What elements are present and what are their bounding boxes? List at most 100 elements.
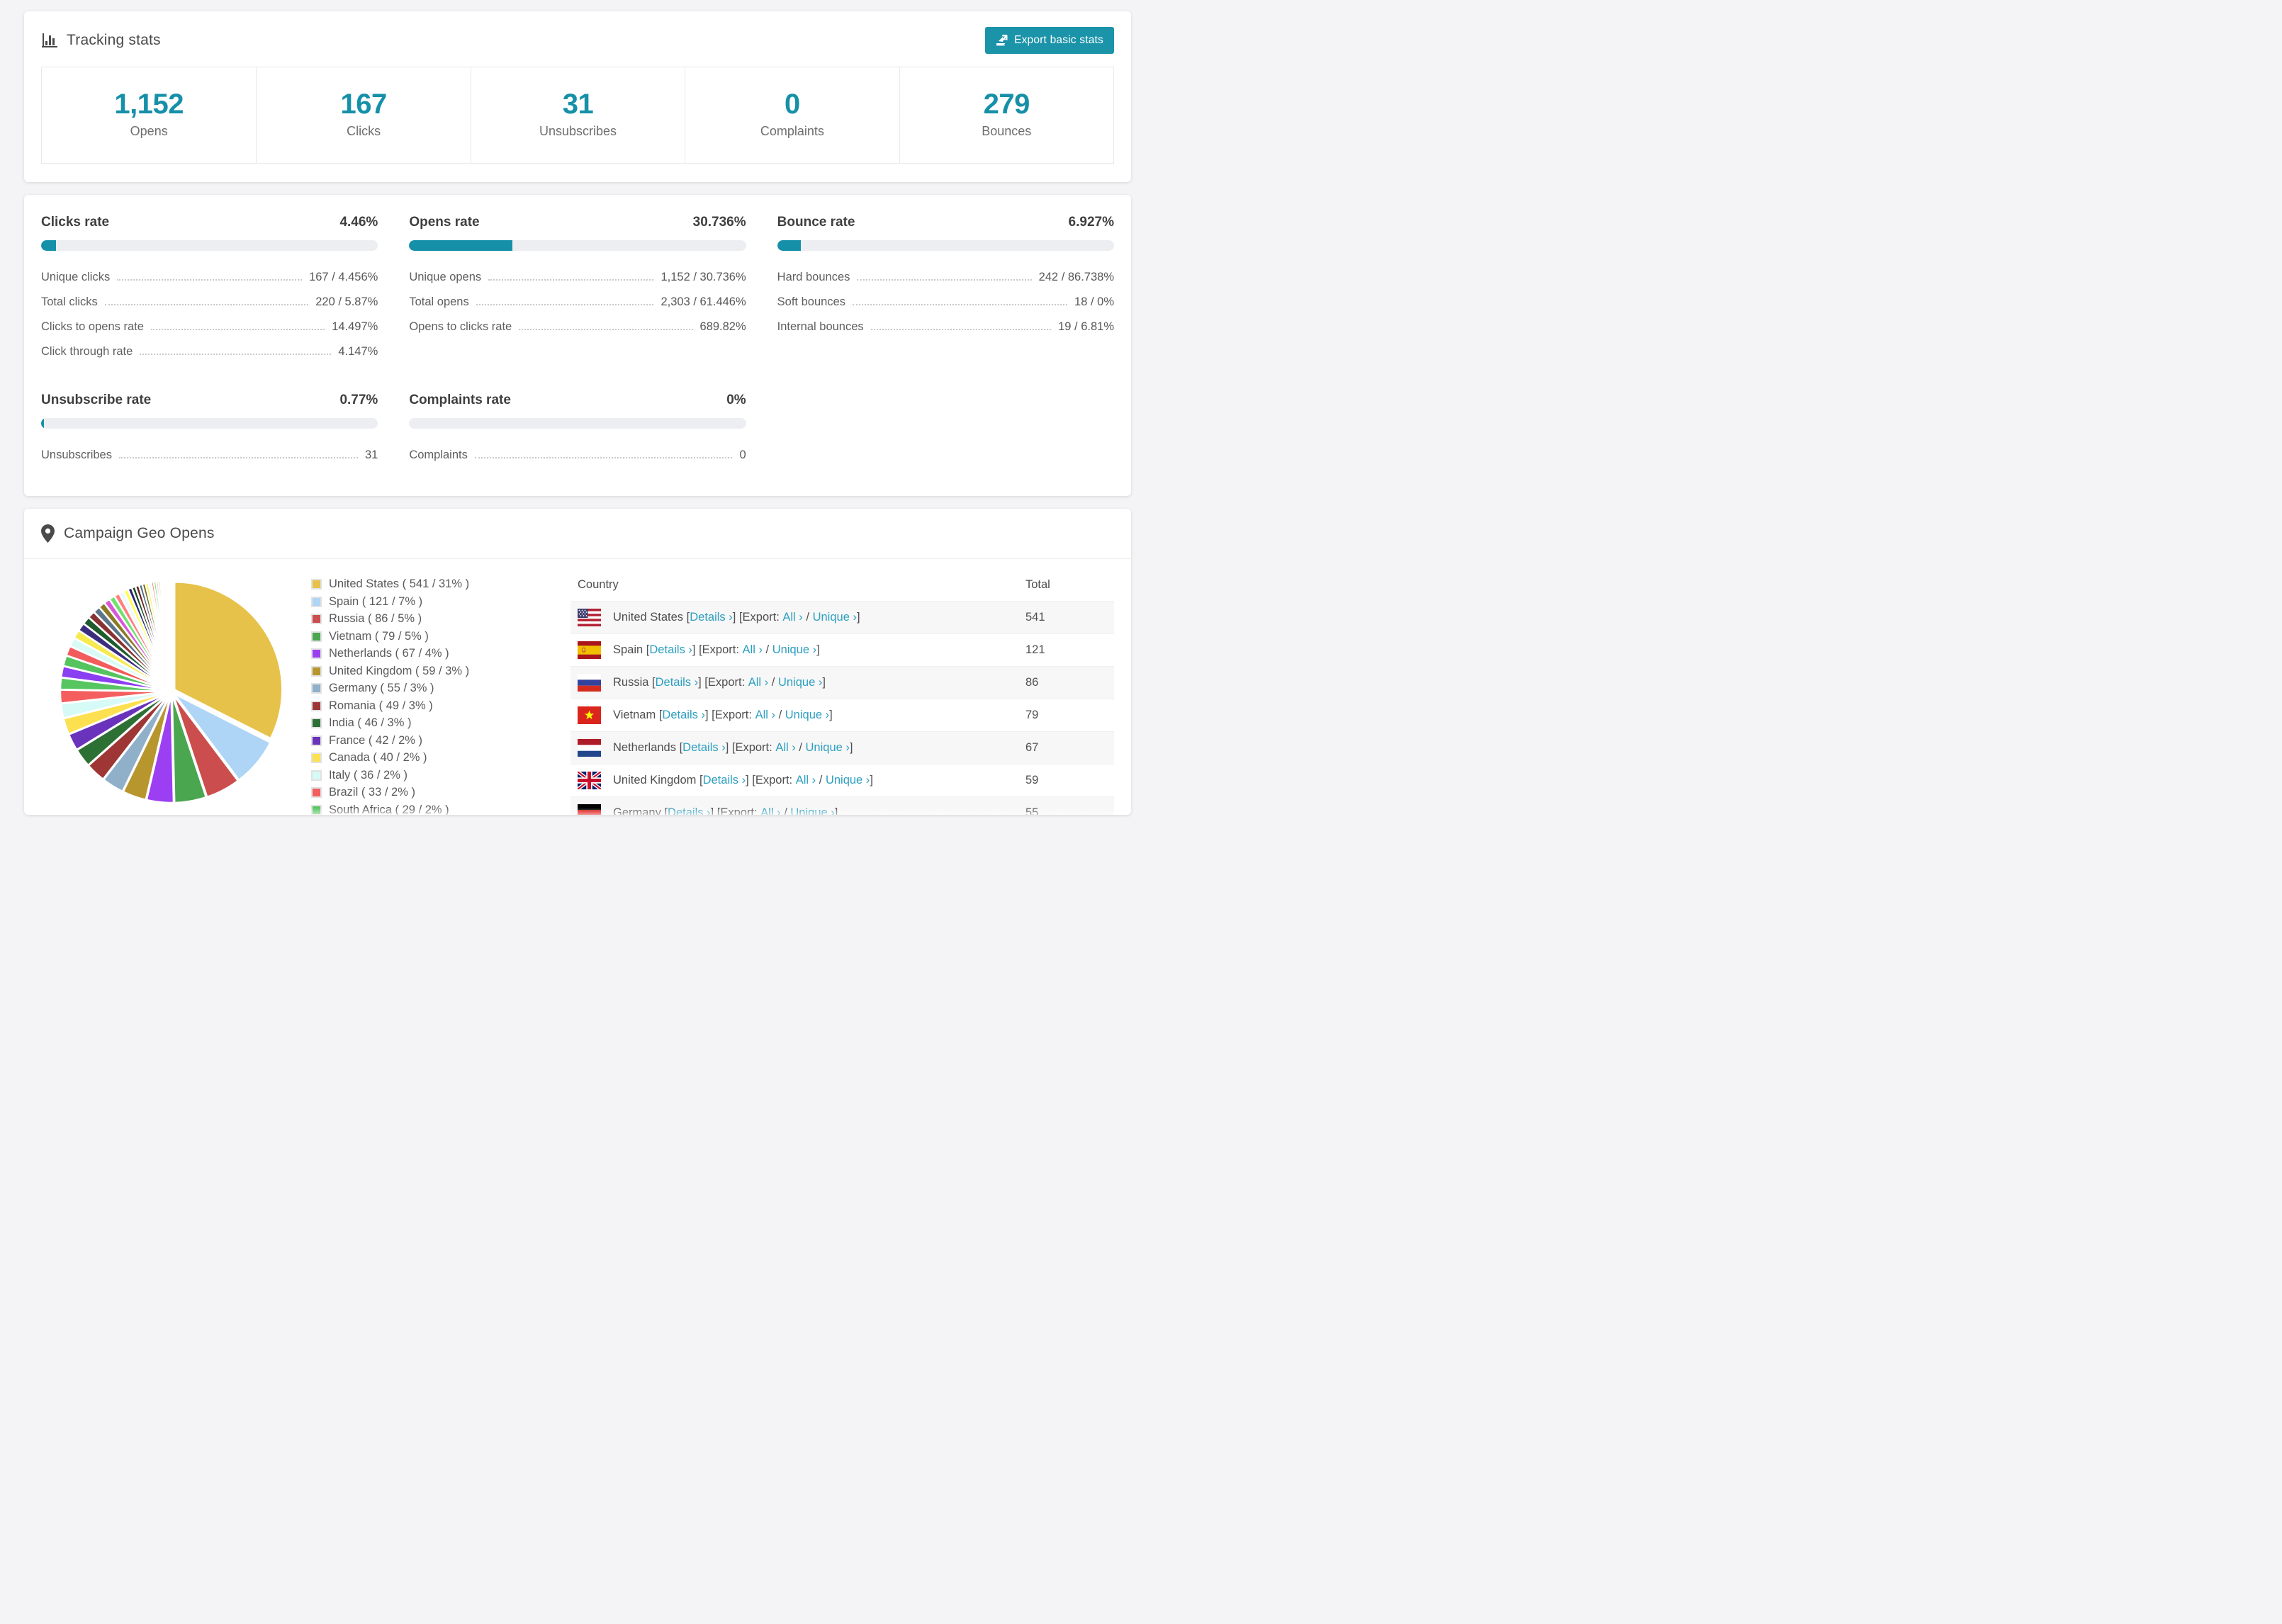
flag-us (578, 609, 601, 626)
export-unique-link[interactable]: Unique › (790, 806, 834, 815)
details-link[interactable]: Details › (668, 806, 711, 815)
export-all-link[interactable]: All › (760, 806, 780, 815)
total-value: 59 (1025, 774, 1039, 786)
legend-swatch (311, 596, 322, 607)
rate-block: Clicks rate 4.46% Unique clicks 167 / 4.… (41, 215, 378, 364)
details-link[interactable]: Details › (682, 741, 726, 755)
export-all-link[interactable]: All › (775, 741, 795, 755)
legend-item: Spain ( 121 / 7% ) (311, 595, 545, 609)
rate-progress-bar (41, 418, 378, 429)
stat-cell: 279 Bounces (899, 67, 1113, 163)
stat-cell: 0 Complaints (685, 67, 899, 163)
export-all-link[interactable]: All › (743, 643, 763, 657)
legend-item: Brazil ( 33 / 2% ) (311, 786, 545, 799)
bracket: ] (856, 611, 860, 624)
country-name: Spain (613, 643, 643, 656)
stat-value: 167 (340, 89, 387, 120)
rates-card: Clicks rate 4.46% Unique clicks 167 / 4.… (24, 195, 1131, 496)
total-value: 79 (1025, 709, 1039, 721)
export-all-link[interactable]: All › (782, 611, 802, 624)
rate-title: Opens rate (409, 215, 480, 230)
stat-cell: 1,152 Opens (42, 67, 256, 163)
export-basic-stats-button[interactable]: Export basic stats (985, 27, 1114, 54)
stats-strip: 1,152 Opens 167 Clicks 31 Unsubscribes 0… (41, 67, 1114, 164)
rate-detail-value: 242 / 86.738% (1038, 271, 1114, 283)
country-name: Vietnam (613, 709, 656, 721)
rate-detail-value: 31 (364, 449, 378, 461)
rate-progress-bar (41, 240, 378, 251)
export-all-link[interactable]: All › (755, 709, 775, 722)
column-header-country: Country (578, 578, 619, 591)
legend-label: Russia ( 86 / 5% ) (329, 612, 422, 625)
stat-label: Complaints (760, 124, 824, 138)
export-prefix: ] [Export: (732, 611, 780, 624)
flag-de (578, 804, 601, 815)
table-row: Russia [ Details › ] [Export: All › / Un… (570, 666, 1114, 699)
rate-detail-label: Click through rate (41, 345, 133, 358)
legend-swatch (311, 683, 322, 694)
details-link[interactable]: Details › (690, 611, 733, 624)
rate-rows: Hard bounces 242 / 86.738% Soft bounces … (777, 265, 1114, 339)
rate-detail-value: 1,152 / 30.736% (661, 271, 746, 283)
legend-label: Spain ( 121 / 7% ) (329, 594, 423, 608)
legend-swatch (311, 735, 322, 746)
legend-item: Canada ( 40 / 2% ) (311, 751, 545, 765)
rate-rows: Unique clicks 167 / 4.456% Total clicks … (41, 265, 378, 364)
stat-value: 31 (562, 89, 594, 120)
rate-title: Clicks rate (41, 215, 110, 230)
rate-detail-label: Complaints (409, 449, 468, 461)
flag-ru (578, 674, 601, 692)
legend-label: Germany ( 55 / 3% ) (329, 682, 434, 694)
country-name: Germany (613, 806, 661, 815)
rate-detail-value: 167 / 4.456% (309, 271, 378, 283)
rate-detail-label: Total clicks (41, 295, 98, 308)
legend-item: Romania ( 49 / 3% ) (311, 699, 545, 713)
export-all-link[interactable]: All › (748, 676, 768, 689)
export-prefix: ] [Export: (704, 709, 752, 721)
legend-swatch (311, 700, 322, 711)
total-value: 121 (1025, 643, 1045, 656)
rate-detail-label: Internal bounces (777, 320, 864, 333)
export-all-link[interactable]: All › (796, 774, 816, 787)
legend-label: Vietnam ( 79 / 5% ) (329, 629, 429, 643)
rate-detail-row: Complaints 0 (409, 443, 746, 468)
dotted-leader (488, 279, 654, 281)
dotted-leader (117, 279, 303, 281)
page: Tracking stats Export basic stats 1,152 … (0, 0, 1141, 815)
rate-detail-row: Click through rate 4.147% (41, 339, 378, 364)
rate-value: 6.927% (1068, 215, 1114, 230)
pie-chart-wrap (31, 569, 311, 815)
details-link[interactable]: Details › (649, 643, 692, 657)
geo-pie-chart[interactable] (55, 575, 288, 808)
stat-value: 1,152 (114, 89, 184, 120)
total-value: 86 (1025, 676, 1039, 689)
rate-progress-bar (409, 418, 746, 429)
details-link[interactable]: Details › (662, 709, 705, 722)
campaign-geo-opens-card: Campaign Geo Opens United States ( 541 /… (24, 509, 1131, 815)
legend-item: India ( 46 / 3% ) (311, 716, 545, 730)
export-unique-link[interactable]: Unique › (806, 741, 850, 755)
rate-detail-value: 18 / 0% (1074, 295, 1114, 308)
export-unique-link[interactable]: Unique › (826, 774, 870, 787)
legend-label: Canada ( 40 / 2% ) (329, 751, 427, 764)
legend-item: Vietnam ( 79 / 5% ) (311, 630, 545, 643)
rate-progress-fill (777, 240, 801, 251)
bracket: ] (870, 774, 873, 786)
legend-item: Italy ( 36 / 2% ) (311, 769, 545, 782)
flag-gb (578, 772, 601, 789)
rate-block: Complaints rate 0% Complaints 0 (409, 393, 746, 468)
export-unique-link[interactable]: Unique › (772, 643, 816, 657)
rate-rows: Complaints 0 (409, 443, 746, 468)
page-title: Tracking stats (67, 32, 161, 48)
total-value: 67 (1025, 741, 1039, 754)
pie-slice[interactable] (169, 579, 172, 689)
details-link[interactable]: Details › (703, 774, 746, 787)
dotted-leader (118, 457, 358, 458)
rate-progress-fill (409, 240, 513, 251)
rate-detail-label: Total opens (409, 295, 469, 308)
export-unique-link[interactable]: Unique › (785, 709, 829, 722)
map-pin-icon (41, 524, 55, 543)
export-unique-link[interactable]: Unique › (813, 611, 857, 624)
export-unique-link[interactable]: Unique › (778, 676, 822, 689)
details-link[interactable]: Details › (656, 676, 699, 689)
